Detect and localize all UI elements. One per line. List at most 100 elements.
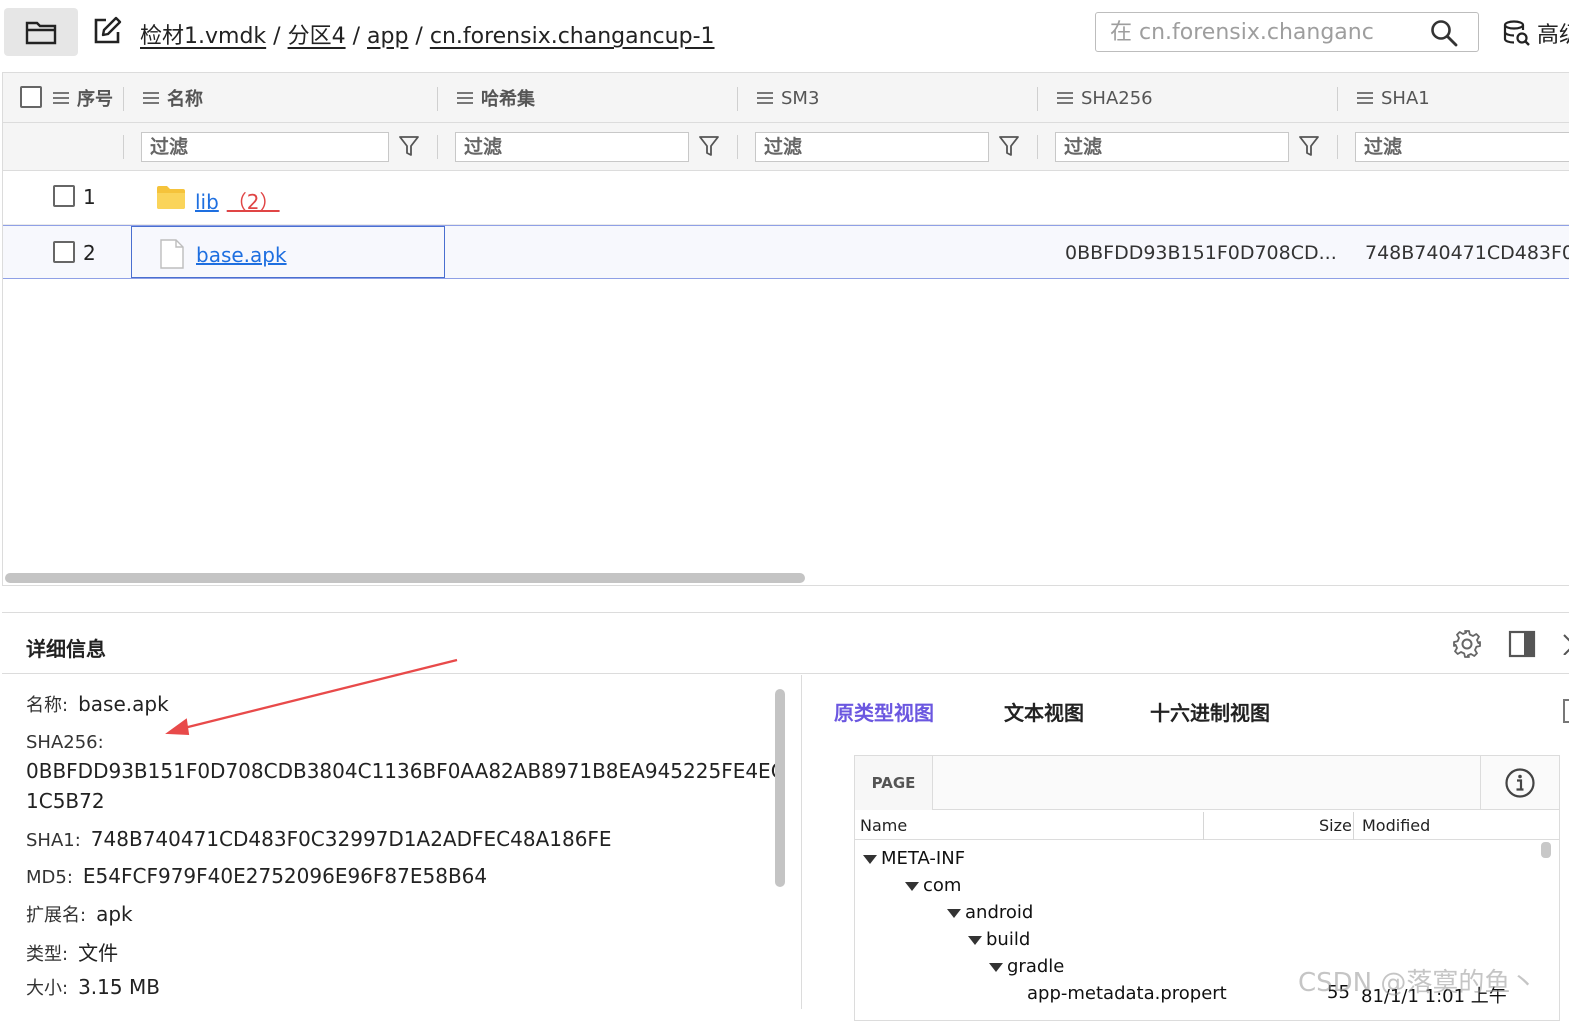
column-header-label: 名称	[167, 89, 203, 110]
column-header-label: SHA1	[1381, 87, 1430, 109]
column-divider[interactable]	[1337, 87, 1338, 111]
column-divider	[437, 135, 438, 159]
horizontal-scrollbar[interactable]	[5, 573, 805, 583]
folder-button[interactable]	[4, 8, 78, 56]
tree-node[interactable]: build	[968, 929, 1030, 950]
select-all-checkbox[interactable]	[20, 86, 42, 108]
column-header-sha1[interactable]: SHA1	[1357, 73, 1430, 123]
column-header-index[interactable]: 序号	[53, 73, 113, 123]
tree-header: Name Size Modified	[855, 810, 1559, 840]
expand-caret-icon[interactable]	[968, 935, 982, 945]
filter-input-sm3[interactable]: 过滤	[755, 132, 989, 162]
filter-icon[interactable]	[1299, 135, 1319, 157]
info-button[interactable]	[1480, 756, 1559, 810]
file-name: lib	[195, 190, 219, 214]
folder-icon	[157, 186, 185, 209]
column-header-name[interactable]: 名称	[143, 73, 203, 123]
tree-node-file[interactable]: app-metadata.propert	[1027, 983, 1227, 1004]
grid-header: 序号 名称 哈希集 SM3 SHA256 SHA1	[3, 73, 1569, 123]
expand-caret-icon[interactable]	[905, 881, 919, 891]
breadcrumb-separator: /	[352, 24, 360, 49]
file-link[interactable]: base.apk	[196, 243, 287, 267]
vertical-scrollbar[interactable]	[775, 689, 785, 887]
tree-node-label: build	[986, 929, 1031, 950]
panel-toggle-icon[interactable]	[1563, 699, 1569, 723]
filter-input-name[interactable]: 过滤	[141, 132, 389, 162]
tree-node[interactable]: android	[947, 902, 1033, 923]
gear-icon[interactable]	[1452, 629, 1482, 659]
filter-icon[interactable]	[999, 135, 1019, 157]
tree-node-label: com	[923, 875, 962, 896]
panel-layout-icon[interactable]	[1507, 629, 1537, 659]
search-icon[interactable]	[1430, 19, 1458, 47]
filter-input-hashset[interactable]: 过滤	[455, 132, 689, 162]
table-row[interactable]: 2 base.apk 0BBFDD93B151F0D708CD... 748B7…	[3, 225, 1569, 279]
name-row: 名称: base.apk	[26, 691, 169, 717]
filter-icon[interactable]	[699, 135, 719, 157]
close-icon[interactable]	[1562, 631, 1569, 655]
tree-scrollbar[interactable]	[1541, 842, 1551, 858]
filter-input-sha1[interactable]: 过滤	[1355, 132, 1569, 162]
page-tab[interactable]: PAGE	[855, 756, 933, 810]
list-icon	[53, 92, 69, 104]
expand-caret-icon[interactable]	[863, 854, 877, 864]
sha256-row: SHA256:	[26, 729, 104, 753]
sha256-value-line2: 1C5B72	[26, 789, 105, 813]
search-input[interactable]	[1110, 17, 1380, 47]
file-link[interactable]: lib （2）	[195, 186, 280, 215]
tab-native-view[interactable]: 原类型视图	[834, 697, 934, 726]
column-divider[interactable]	[1037, 87, 1038, 111]
breadcrumb-item[interactable]: 检材1.vmdk	[140, 24, 266, 49]
breadcrumb-item[interactable]: app	[367, 24, 408, 49]
column-divider[interactable]	[123, 87, 124, 111]
advanced-search-button[interactable]: 高级	[1503, 17, 1569, 49]
tree-node[interactable]: com	[905, 875, 961, 896]
column-divider	[737, 135, 738, 159]
name-cell[interactable]: base.apk	[131, 226, 445, 278]
list-icon	[757, 92, 773, 104]
sha1-label: SHA1:	[26, 830, 81, 851]
extension-label: 扩展名:	[26, 905, 87, 926]
column-header-sm3[interactable]: SM3	[757, 73, 819, 123]
column-header-name[interactable]: Name	[860, 816, 907, 835]
column-divider[interactable]	[437, 87, 438, 111]
breadcrumb-item[interactable]: 分区4	[288, 24, 346, 49]
column-header-sha256[interactable]: SHA256	[1057, 73, 1153, 123]
toolbar: 检材1.vmdk / 分区4/app / cn.forensix.changancup-…	[0, 0, 1569, 66]
name-cell[interactable]: lib （2）	[131, 171, 445, 223]
row-index: 2	[83, 241, 96, 265]
filter-input-sha256[interactable]: 过滤	[1055, 132, 1289, 162]
list-icon	[1057, 92, 1073, 104]
viewer-toolbar: PAGE	[855, 756, 1559, 810]
type-value: 文件	[78, 941, 119, 965]
breadcrumb-item[interactable]: cn.forensix.changancup-1	[430, 24, 715, 49]
expand-caret-icon[interactable]	[989, 962, 1003, 972]
details-header: 详细信息	[2, 613, 1569, 674]
row-checkbox[interactable]	[53, 241, 75, 263]
filter-icon[interactable]	[399, 135, 419, 157]
tab-text-view[interactable]: 文本视图	[1004, 697, 1084, 726]
expand-caret-icon[interactable]	[947, 908, 961, 918]
tree-node[interactable]: gradle	[989, 956, 1064, 977]
size-value: 3.15 MB	[78, 975, 160, 999]
tree-node-label: META-INF	[881, 848, 966, 869]
tab-hex-view[interactable]: 十六进制视图	[1150, 697, 1270, 726]
folder-icon	[25, 21, 57, 45]
info-icon	[1505, 768, 1535, 798]
column-divider[interactable]	[1203, 812, 1204, 840]
column-header-size[interactable]: Size	[1319, 816, 1352, 835]
column-header-hashset[interactable]: 哈希集	[457, 73, 535, 123]
advanced-search-label: 高级	[1537, 23, 1569, 48]
column-divider	[1337, 135, 1338, 159]
column-divider[interactable]	[1353, 812, 1354, 840]
details-panel: 详细信息 名称: base.apk SHA256: 0BBFDD93B151F0D…	[2, 612, 1569, 1021]
column-divider[interactable]	[737, 87, 738, 111]
tree-node[interactable]: META-INF	[863, 848, 965, 869]
table-row[interactable]: 1 lib （2）	[3, 171, 1569, 225]
sha256-label: SHA256:	[26, 732, 104, 753]
column-header-modified[interactable]: Modified	[1362, 816, 1430, 835]
column-header-label: 序号	[77, 89, 113, 110]
edit-button[interactable]	[90, 14, 124, 48]
row-checkbox[interactable]	[53, 185, 75, 207]
search-box	[1095, 12, 1479, 52]
